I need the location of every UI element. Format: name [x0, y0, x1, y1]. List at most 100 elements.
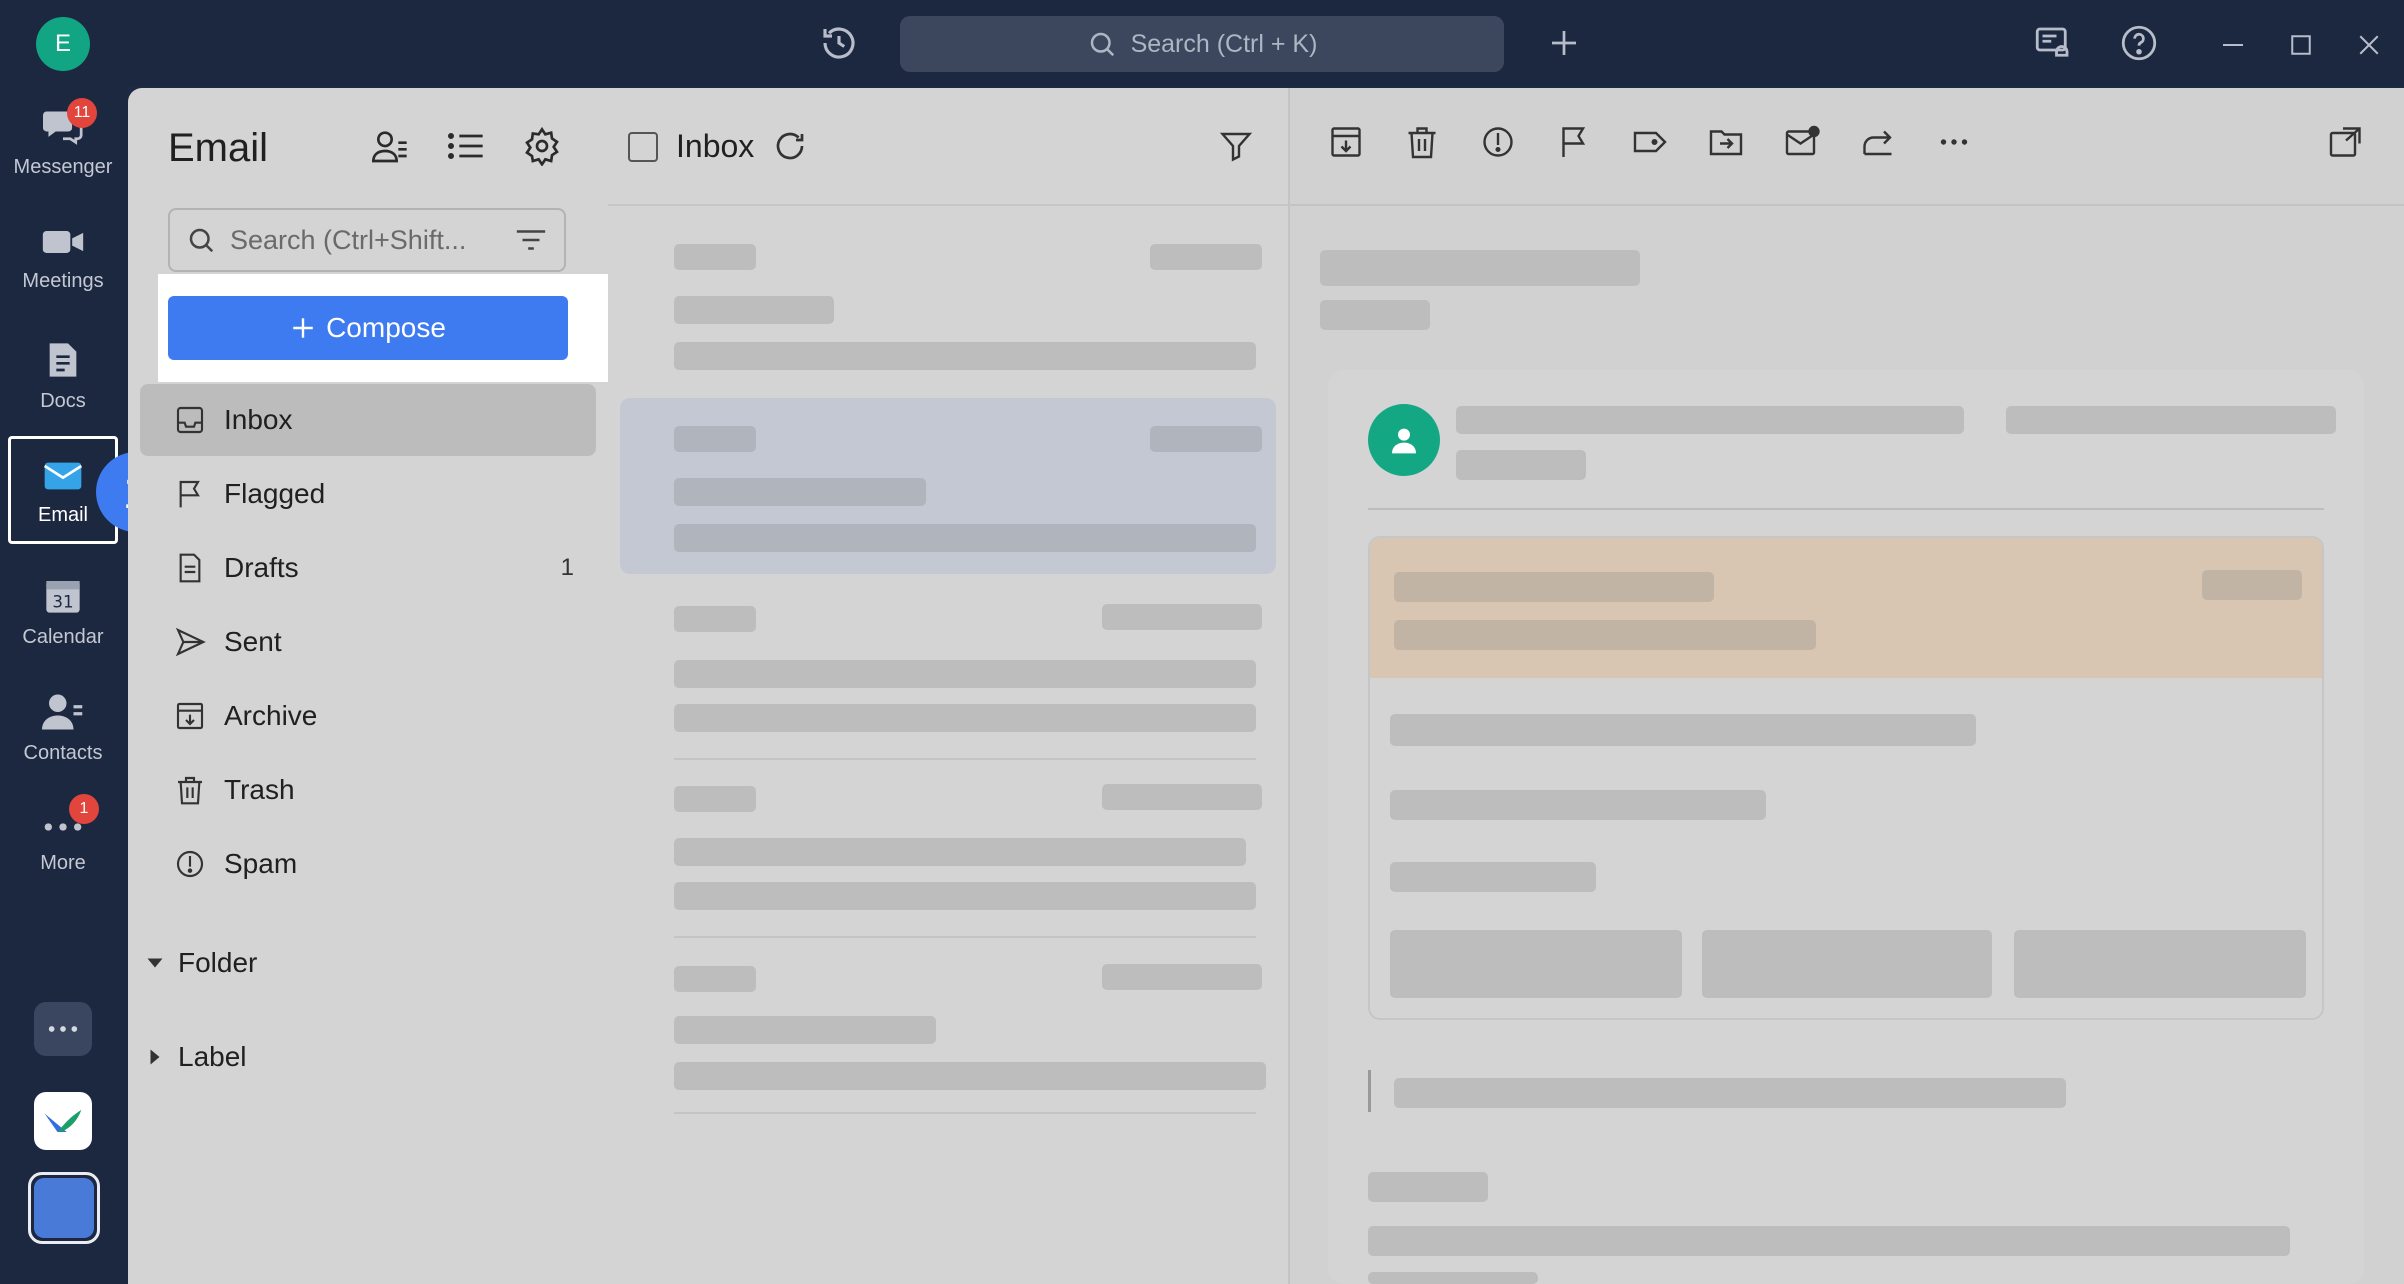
flag-icon[interactable] [1556, 124, 1592, 160]
spam-icon[interactable] [1480, 124, 1516, 160]
email-search-placeholder: Search (Ctrl+Shift... [230, 224, 467, 255]
apps-button[interactable] [34, 1002, 92, 1056]
calendar-icon-text: 31 [52, 593, 73, 612]
folder-item-inbox[interactable]: Inbox [174, 384, 574, 456]
folder-item-trash[interactable]: Trash [174, 754, 574, 826]
skeleton-row [674, 1062, 1266, 1090]
archive-icon [176, 702, 204, 730]
global-search-input[interactable]: Search (Ctrl + K) [900, 16, 1504, 72]
folder-label: Drafts [224, 552, 299, 583]
skeleton-row [674, 296, 834, 324]
rail-label-email: Email [37, 504, 88, 526]
compose-button[interactable]: Compose [168, 296, 568, 360]
card-divider [1368, 508, 2324, 510]
skeleton-row [674, 966, 756, 992]
archive-icon[interactable] [1328, 124, 1364, 160]
folder-item-sent[interactable]: Sent [174, 606, 574, 678]
skeleton-subject [1320, 250, 1640, 286]
skeleton-body [1390, 714, 1976, 746]
app-shortcut[interactable] [34, 1092, 92, 1150]
board-bell-icon[interactable] [2032, 22, 2074, 64]
skeleton-row [674, 1016, 936, 1044]
skeleton-row [674, 838, 1246, 866]
filter-lines-icon[interactable] [514, 225, 548, 255]
rail-label-docs: Docs [40, 390, 86, 412]
trash-icon[interactable] [1404, 124, 1440, 160]
skeleton-footer [1368, 1226, 2290, 1256]
history-icon[interactable] [818, 22, 860, 64]
minimize-icon[interactable] [2218, 30, 2248, 60]
skeleton-row [1102, 964, 1262, 990]
user-avatar[interactable]: E [36, 17, 90, 71]
skeleton-row [1102, 784, 1262, 810]
row-divider [674, 936, 1256, 938]
folder-item-spam[interactable]: Spam [174, 828, 574, 900]
skeleton-row [674, 606, 756, 632]
email-search-input[interactable]: Search (Ctrl+Shift... [168, 208, 566, 272]
skeleton-footer [1368, 1172, 1488, 1202]
rail-item-docs[interactable]: Docs [0, 340, 126, 413]
folder-label: Spam [224, 848, 298, 879]
skeleton-row [674, 786, 756, 812]
rail-label-messenger: Messenger [13, 156, 113, 178]
folder-item-drafts[interactable]: Drafts 1 [174, 532, 574, 604]
account-switch-icon[interactable] [370, 126, 410, 166]
refresh-icon[interactable] [772, 128, 808, 164]
rail-item-calendar[interactable]: 31 Calendar [0, 576, 126, 649]
folder-item-archive[interactable]: Archive [174, 680, 574, 752]
folder-group-toggle[interactable]: Folder [146, 940, 257, 986]
skeleton-body [1390, 862, 1596, 892]
calendar-icon: 31 [46, 581, 80, 613]
global-search-placeholder: Search (Ctrl + K) [1130, 29, 1318, 58]
folder-label: Flagged [224, 478, 326, 509]
contacts-icon [42, 694, 83, 730]
move-to-folder-icon[interactable] [1708, 124, 1744, 160]
rail-item-messenger[interactable]: Messenger [0, 106, 126, 179]
rail-label-contacts: Contacts [23, 742, 103, 764]
filter-funnel-icon[interactable] [1218, 128, 1254, 164]
label-group-toggle[interactable]: Label [146, 1034, 247, 1080]
skeleton-sender [1456, 450, 1586, 480]
close-icon[interactable] [2354, 30, 2384, 60]
rail-label-calendar: Calendar [22, 626, 104, 648]
draft-document-icon [179, 553, 201, 583]
skeleton-sender [1456, 406, 1964, 434]
workspace-avatar[interactable] [28, 1172, 100, 1244]
send-icon [175, 627, 206, 657]
banner-area [1370, 538, 2322, 678]
more-horizontal-icon[interactable] [1936, 124, 1972, 160]
skeleton-row [674, 704, 1256, 732]
envelope-icon [43, 462, 83, 490]
list-header-label: Inbox [676, 128, 755, 164]
skeleton-row [674, 524, 1256, 552]
docs-icon [49, 343, 77, 377]
quote-bar [1368, 1070, 1371, 1112]
rail-item-meetings[interactable]: Meetings [0, 224, 126, 293]
rail-label-more: More [40, 852, 86, 874]
list-view-icon[interactable] [446, 126, 486, 166]
rail-item-more[interactable]: More [0, 812, 126, 875]
app-logo-icon [44, 1110, 82, 1132]
pop-out-icon[interactable] [2328, 124, 2364, 160]
skeleton-row [1150, 426, 1262, 452]
rail-item-contacts[interactable]: Contacts [0, 692, 126, 765]
label-group-label: Label [178, 1041, 247, 1072]
tag-icon[interactable] [1632, 124, 1668, 160]
mark-unread-icon[interactable] [1784, 124, 1820, 160]
folder-label: Inbox [224, 404, 293, 435]
plus-icon[interactable] [1546, 25, 1582, 61]
folder-item-flagged[interactable]: Flagged [174, 458, 574, 530]
maximize-icon[interactable] [2286, 30, 2316, 60]
help-icon[interactable] [2118, 22, 2160, 64]
select-all-checkbox[interactable] [628, 132, 658, 162]
person-icon [1392, 428, 1416, 454]
gear-icon[interactable] [522, 126, 562, 166]
caret-down-icon [147, 958, 163, 968]
plus-icon [293, 318, 313, 338]
trash-icon [178, 776, 202, 805]
spam-icon [176, 850, 204, 878]
skeleton-body [1390, 790, 1766, 820]
ellipsis-icon [48, 1026, 78, 1032]
forward-icon[interactable] [1860, 124, 1896, 160]
skeleton-footer [1368, 1272, 1538, 1284]
